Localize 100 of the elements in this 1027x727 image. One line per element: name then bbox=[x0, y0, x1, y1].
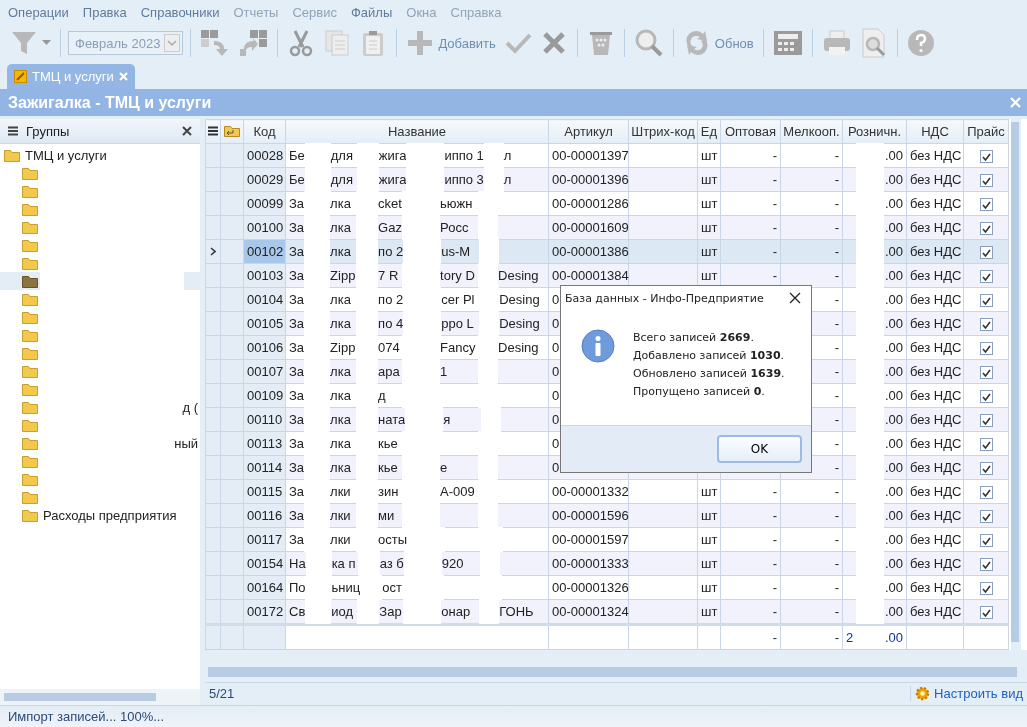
menu-item[interactable]: Справочники bbox=[140, 4, 220, 20]
checkbox[interactable] bbox=[979, 462, 993, 476]
table-cell: .00 bbox=[884, 556, 903, 571]
table-row[interactable]: 00117 За лки осты 00-00001597 шт - - .00 без НДС bbox=[205, 527, 1009, 552]
folder-icon bbox=[22, 454, 38, 468]
menu-item[interactable]: Правка bbox=[82, 4, 127, 20]
scrollbar-thumb[interactable] bbox=[4, 693, 156, 701]
table-cell-fragment: За bbox=[289, 292, 305, 307]
table-row[interactable]: 00028 Бе для жига иппо 1 л 00-00001397 шт - - .00 без НДС bbox=[205, 143, 1009, 168]
checkbox[interactable] bbox=[979, 318, 993, 332]
table-row[interactable]: 00029 Бе для жига иппо 3 л 00-00001396 шт - - .00 без НДС bbox=[205, 167, 1009, 192]
tree-item[interactable]: д ( bbox=[0, 398, 200, 416]
table-cell-fragment: ьюжн bbox=[440, 196, 474, 211]
column-header[interactable]: НДС bbox=[906, 119, 964, 144]
folder-icon bbox=[22, 472, 38, 486]
checkbox[interactable] bbox=[979, 390, 993, 404]
column-header[interactable]: Прайс bbox=[963, 119, 1009, 144]
folder-icon bbox=[22, 310, 38, 324]
settings-link[interactable]: Настроить вид bbox=[910, 686, 1027, 702]
column-header[interactable]: Штрих-код bbox=[628, 119, 698, 144]
menu-icon[interactable] bbox=[208, 126, 218, 136]
table-cell: .00 bbox=[884, 316, 903, 331]
checkbox[interactable] bbox=[979, 438, 993, 452]
gear-icon bbox=[915, 686, 931, 702]
tree-item[interactable]: Расходы предприятия bbox=[0, 506, 200, 524]
checkbox[interactable] bbox=[979, 606, 993, 620]
close-icon[interactable] bbox=[182, 126, 192, 136]
scrollbar-thumb[interactable] bbox=[208, 666, 1017, 677]
table-row[interactable]: 00164 По ьниц ост 00-00001326 шт - - .00 без НДС bbox=[205, 575, 1009, 600]
folder-up-icon[interactable] bbox=[224, 123, 240, 137]
table-cell-fragment: л bbox=[503, 172, 512, 187]
table-cell-fragment: ната bbox=[378, 412, 406, 427]
checkbox[interactable] bbox=[979, 534, 993, 548]
menu-item[interactable]: Файлы bbox=[350, 4, 393, 20]
close-icon[interactable] bbox=[789, 292, 801, 304]
table-row[interactable]: 00154 На ка п аз б 920 00-00001333 шт - - .00 без НДС bbox=[205, 551, 1009, 576]
table-cell: .00 bbox=[884, 244, 903, 259]
table-cell-fragment: ppo L bbox=[441, 316, 475, 331]
checkbox[interactable] bbox=[979, 270, 993, 284]
table-cell-fragment: За bbox=[289, 484, 305, 499]
column-header[interactable]: Код bbox=[243, 119, 286, 144]
checkbox[interactable] bbox=[979, 342, 993, 356]
menu-item[interactable]: Операции bbox=[8, 4, 69, 20]
plus-icon bbox=[406, 29, 435, 57]
table-cell: .00 bbox=[884, 388, 903, 403]
table-row[interactable]: 00172 Св иод Зар онар ГОНЬ 00-00001324 шт - - .00 без НДС bbox=[205, 599, 1009, 625]
checkbox[interactable] bbox=[979, 510, 993, 524]
table-cell: .00 bbox=[884, 340, 903, 355]
menu-icon[interactable] bbox=[8, 126, 18, 136]
checkbox[interactable] bbox=[979, 558, 993, 572]
table-cell-fragment: ми bbox=[378, 508, 396, 523]
checkbox[interactable] bbox=[979, 366, 993, 380]
table-cell: .00 bbox=[884, 172, 903, 187]
table-row[interactable]: 00116 За лки ми 00-00001596 шт - - .00 без НДС bbox=[205, 503, 1009, 528]
column-header[interactable]: Название bbox=[285, 119, 549, 144]
checkbox[interactable] bbox=[979, 486, 993, 500]
table-row[interactable]: 00100 За лка Gaz Росс 00-00001609 шт - - .00 без НДС bbox=[205, 215, 1009, 240]
checkbox[interactable] bbox=[979, 414, 993, 428]
table-cell-fragment: За bbox=[289, 388, 305, 403]
checkbox[interactable] bbox=[979, 246, 993, 260]
folder-icon bbox=[22, 346, 38, 360]
checkmark-icon bbox=[981, 416, 991, 425]
tree-item[interactable]: ТМЦ и услуги bbox=[0, 146, 200, 164]
checkmark-icon bbox=[981, 560, 991, 569]
table-row[interactable]: 00102 За лка по 2 us-M 00-00001386 шт - - .00 без НДС bbox=[205, 239, 1009, 264]
table-row[interactable]: 00099 За лка cket ьюжн 00-00001286 шт - - .00 без НДС bbox=[205, 191, 1009, 216]
checkmark-icon bbox=[981, 224, 991, 233]
table-cell-fragment: ост bbox=[382, 580, 403, 595]
table-cell-fragment: ара bbox=[378, 364, 401, 379]
table-cell-fragment: по 4 bbox=[378, 316, 404, 331]
checkbox[interactable] bbox=[979, 198, 993, 212]
table-cell-fragment: Св bbox=[289, 604, 306, 619]
record-position: 5/21 bbox=[209, 686, 235, 702]
checkbox[interactable] bbox=[979, 150, 993, 164]
edit-icon bbox=[14, 70, 27, 83]
checkbox[interactable] bbox=[979, 294, 993, 308]
column-header[interactable]: Артикул bbox=[548, 119, 629, 144]
checkbox[interactable] bbox=[979, 174, 993, 188]
column-header[interactable]: Оптовая bbox=[720, 119, 781, 144]
table-cell-fragment: онар bbox=[441, 604, 472, 619]
column-header[interactable]: Мелкооп. bbox=[780, 119, 843, 144]
table-cell: .00 bbox=[884, 412, 903, 427]
checkbox[interactable] bbox=[979, 582, 993, 596]
table-row[interactable]: 00115 За лки зин A-009 00-00001332 шт - - .00 без НДС bbox=[205, 479, 1009, 504]
table-cell-fragment: Desing bbox=[499, 292, 540, 307]
folder-icon bbox=[22, 490, 38, 504]
column-header[interactable]: Ед bbox=[697, 119, 721, 144]
table-cell-fragment: осты bbox=[378, 532, 408, 547]
table-cell: .00 bbox=[884, 508, 903, 523]
tree-item[interactable]: ный bbox=[0, 434, 200, 452]
folder-icon bbox=[4, 148, 20, 162]
table-row[interactable]: 00103 За Zipp 7 R tory D Desing 00-00001384 шт - - .00 без НДС bbox=[205, 263, 1009, 288]
filter-icon bbox=[10, 29, 38, 57]
folder-icon bbox=[22, 292, 38, 306]
checkmark-icon bbox=[981, 608, 991, 617]
scrollbar-thumb[interactable] bbox=[1011, 122, 1019, 642]
ok-button[interactable]: OK bbox=[717, 435, 802, 463]
table-cell-fragment: Росс bbox=[440, 220, 470, 235]
checkbox[interactable] bbox=[979, 222, 993, 236]
column-header[interactable]: Розничн. bbox=[842, 119, 907, 144]
